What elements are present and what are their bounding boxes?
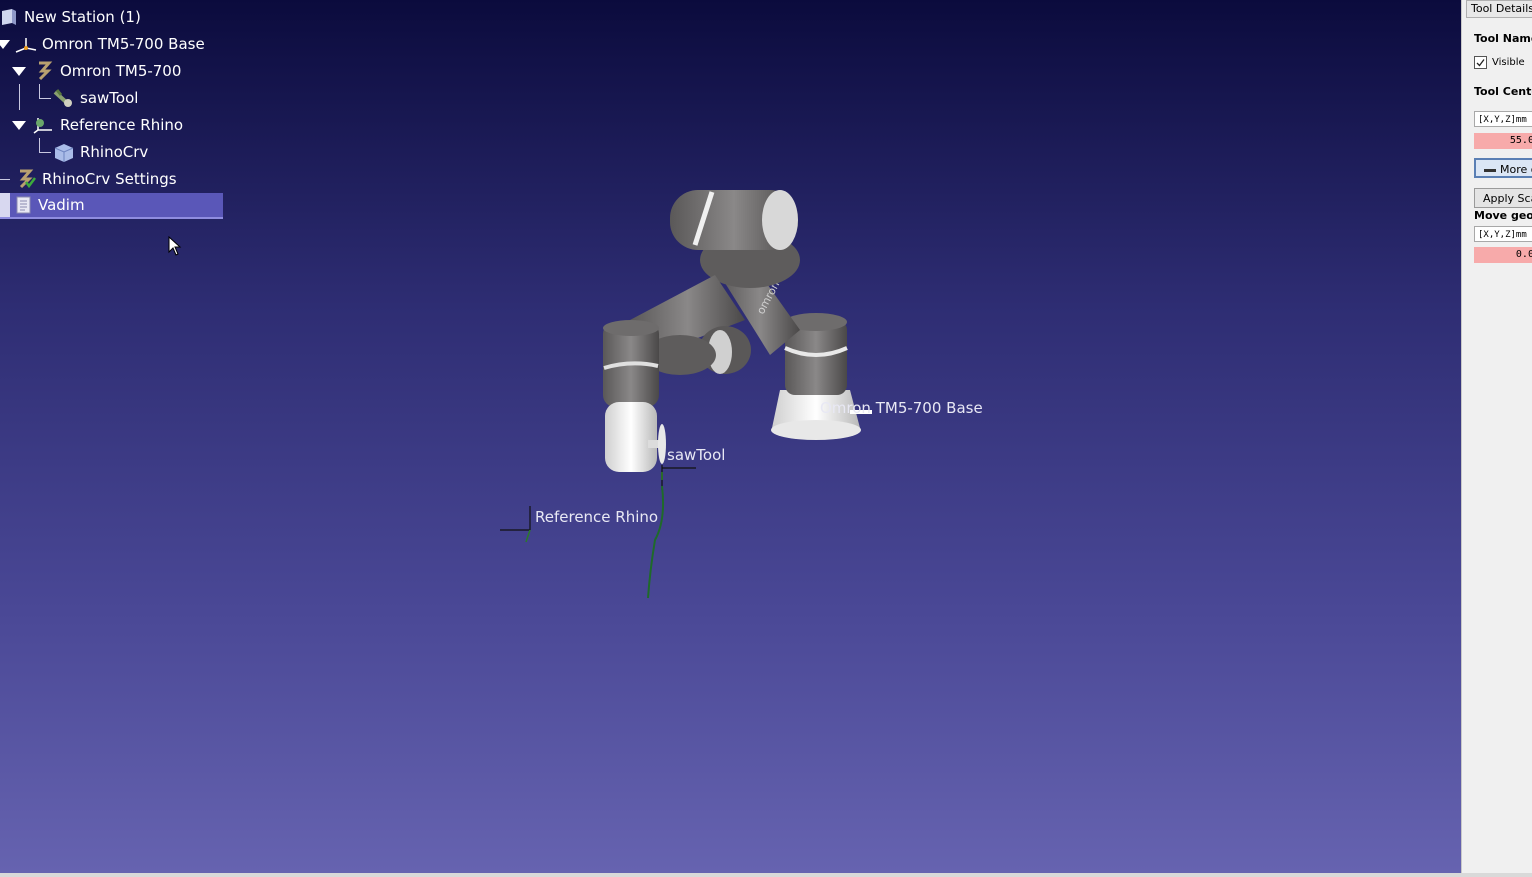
visible-label: Visible: [1492, 57, 1525, 68]
more-options-button[interactable]: More o: [1474, 158, 1532, 178]
checkbox-checked-icon[interactable]: [1474, 56, 1487, 69]
program-icon: [14, 195, 34, 215]
tree-connector: [19, 84, 20, 110]
reference-frame-icon: [32, 115, 56, 135]
tree-label-program: Vadim: [38, 196, 85, 214]
tree-item-tool[interactable]: sawTool: [52, 86, 138, 110]
tool-center-label: Tool Cente: [1474, 85, 1532, 98]
tree-item-settings[interactable]: RhinoCrv Settings: [14, 167, 177, 191]
collapse-arrow-icon[interactable]: [12, 121, 26, 130]
robot-wrist[interactable]: [603, 320, 666, 472]
tree-connector: [39, 84, 40, 98]
tree-label-station: New Station (1): [24, 8, 141, 26]
tree-item-station[interactable]: New Station (1): [0, 5, 141, 29]
tcp-x-field[interactable]: 55.00: [1474, 133, 1532, 149]
tree-label-tool: sawTool: [80, 89, 139, 107]
tree-connector: [39, 152, 51, 153]
object-icon: [52, 142, 76, 162]
robot-icon: [34, 61, 56, 81]
rhino-curve[interactable]: [647, 485, 665, 599]
move-geometry-label: Move geon: [1474, 209, 1532, 222]
scene-label-tool: sawTool: [667, 446, 726, 464]
tree-label-robot: Omron TM5-700: [60, 62, 182, 80]
station-icon: [0, 7, 20, 27]
settings-robot-icon: [14, 169, 38, 189]
tcp-xyz-header: [X,Y,Z]mm: [1474, 111, 1532, 127]
tree-label-reference: Reference Rhino: [60, 116, 184, 134]
tool-frame: [661, 465, 696, 490]
collapse-arrow-icon[interactable]: [0, 40, 10, 49]
tool-details-panel: Tool Details: Tool Name Visible Tool Cen…: [1461, 0, 1532, 873]
collapse-arrow-icon[interactable]: [12, 67, 26, 76]
visible-checkbox[interactable]: Visible: [1474, 56, 1525, 69]
tab-tool-details[interactable]: Tool Details:: [1466, 0, 1532, 18]
tree-item-reference[interactable]: Reference Rhino: [32, 113, 183, 137]
tree-connector: [39, 98, 51, 99]
move-x-field[interactable]: 0.00: [1474, 247, 1532, 263]
tree-connector: [0, 179, 10, 180]
mouse-cursor-icon: [168, 236, 182, 256]
scene-label-reference: Reference Rhino: [535, 508, 659, 526]
frame-icon: [14, 34, 38, 54]
selection-marker: [0, 193, 10, 217]
scene-label-base: Omron TM5-700 Base: [820, 399, 983, 417]
tree-item-base[interactable]: Omron TM5-700 Base: [14, 32, 205, 56]
more-options-label: More o: [1500, 163, 1532, 176]
tree-item-robot[interactable]: Omron TM5-700: [34, 59, 181, 83]
3d-viewport[interactable]: New Station (1) Omron TM5-700 Base Omron…: [0, 0, 1461, 873]
reference-frame: [500, 506, 531, 543]
move-xyz-header: [X,Y,Z]mm: [1474, 226, 1532, 242]
tree-connector: [39, 138, 40, 152]
apply-scale-button[interactable]: Apply Scal: [1474, 188, 1532, 208]
tree-label-settings: RhinoCrv Settings: [42, 170, 177, 188]
tree-item-curve[interactable]: RhinoCrv: [52, 140, 148, 164]
tool-name-label: Tool Name: [1474, 32, 1532, 45]
tree-item-program[interactable]: Vadim: [0, 193, 223, 219]
tree-label-curve: RhinoCrv: [80, 143, 149, 161]
bottom-border: [0, 873, 1532, 877]
tool-icon: [52, 88, 76, 108]
tree-label-base: Omron TM5-700 Base: [42, 35, 205, 53]
minus-icon: [1484, 168, 1496, 172]
